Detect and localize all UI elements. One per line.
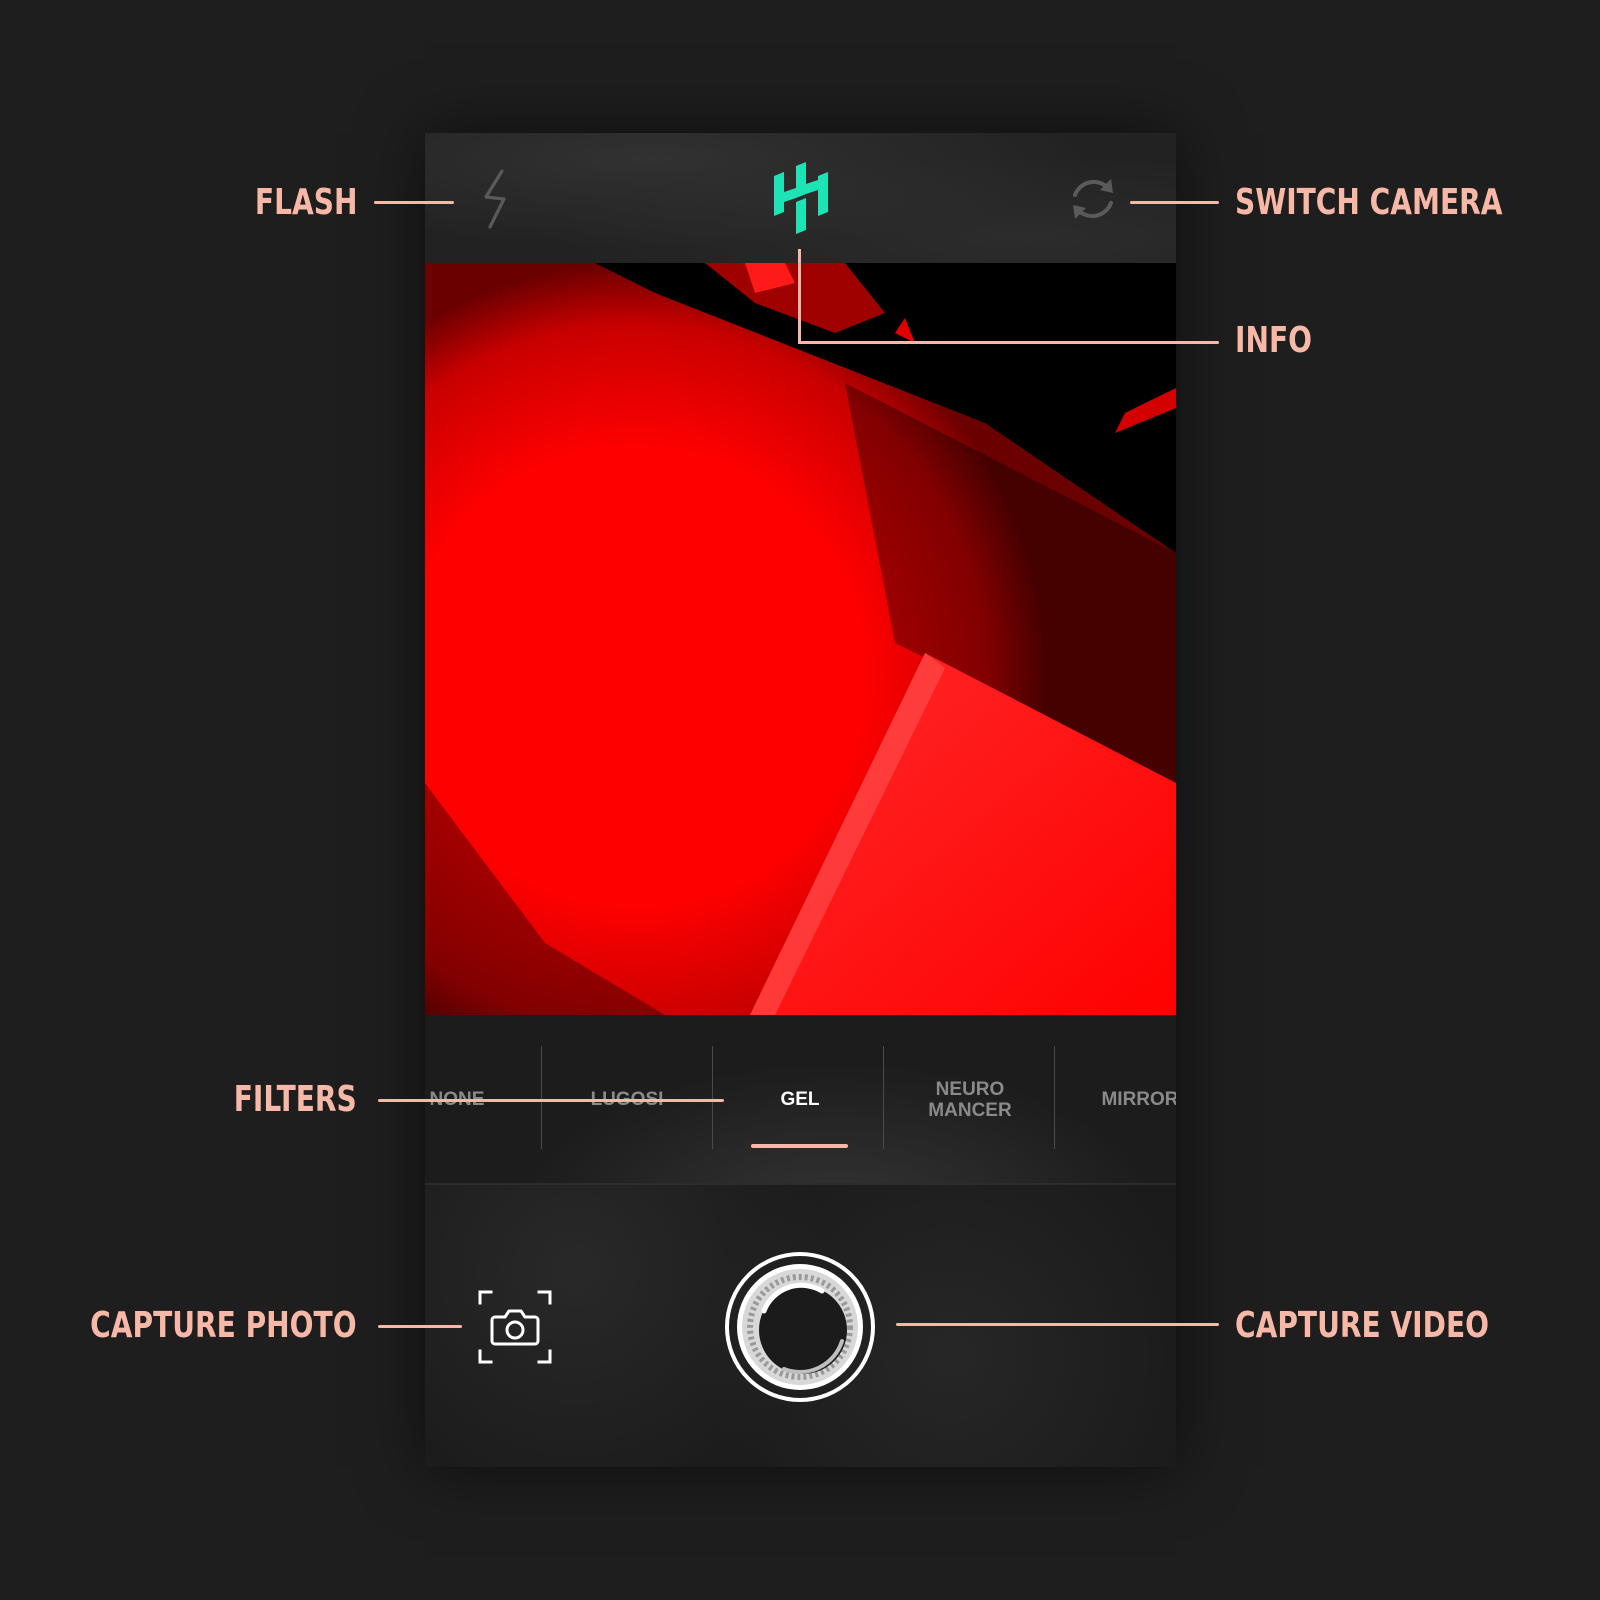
filter-separator xyxy=(1054,1046,1055,1149)
filter-label: MIRROR xyxy=(1101,1089,1176,1110)
annotation-line-info-vertical xyxy=(798,249,801,344)
filter-separator xyxy=(712,1046,713,1149)
annotation-line-flash xyxy=(374,201,454,204)
annotation-filters: FILTERS xyxy=(233,1079,357,1120)
viewfinder-image xyxy=(425,263,1176,1015)
annotation-line-capture-video xyxy=(896,1323,1219,1326)
annotation-line-info xyxy=(798,341,1219,344)
filter-item-neuromancer[interactable]: NEURO MANCER xyxy=(885,1048,1055,1151)
annotation-capture-photo: CAPTURE PHOTO xyxy=(90,1305,357,1346)
flash-button[interactable] xyxy=(472,166,522,232)
record-ring-icon xyxy=(725,1252,875,1402)
filter-item-mirror[interactable]: MIRROR xyxy=(1055,1048,1176,1151)
filter-label: GEL xyxy=(780,1089,820,1110)
annotation-switch-camera: SWITCH CAMERA xyxy=(1235,182,1503,223)
capture-photo-button[interactable] xyxy=(477,1289,553,1365)
top-bar xyxy=(425,133,1176,263)
brand-logo-icon xyxy=(774,162,828,234)
filter-separator xyxy=(883,1046,884,1149)
switch-camera-button[interactable] xyxy=(1063,169,1123,229)
screenshot-stage: NONE LUGOSI GEL NEURO MANCER MIRROR FLAS… xyxy=(0,0,1600,1600)
selected-filter-indicator xyxy=(751,1144,848,1148)
camera-viewfinder[interactable] xyxy=(425,263,1176,1015)
filter-label: NEURO MANCER xyxy=(928,1078,1012,1121)
annotation-flash: FLASH xyxy=(254,182,357,223)
annotation-info: INFO xyxy=(1235,320,1313,361)
lightning-bolt-icon xyxy=(484,169,506,229)
capture-controls xyxy=(425,1185,1176,1467)
rotate-arrows-icon xyxy=(1073,179,1113,219)
info-logo-button[interactable] xyxy=(765,158,837,238)
camera-viewfinder-icon xyxy=(478,1290,552,1364)
annotation-capture-video: CAPTURE VIDEO xyxy=(1235,1305,1489,1346)
annotation-line-filters xyxy=(378,1099,724,1102)
capture-video-button[interactable] xyxy=(724,1251,876,1403)
annotation-line-capture-photo xyxy=(378,1325,462,1328)
filter-item-gel[interactable]: GEL xyxy=(715,1048,885,1151)
filter-separator xyxy=(541,1046,542,1149)
annotation-line-switch-camera xyxy=(1130,201,1219,204)
